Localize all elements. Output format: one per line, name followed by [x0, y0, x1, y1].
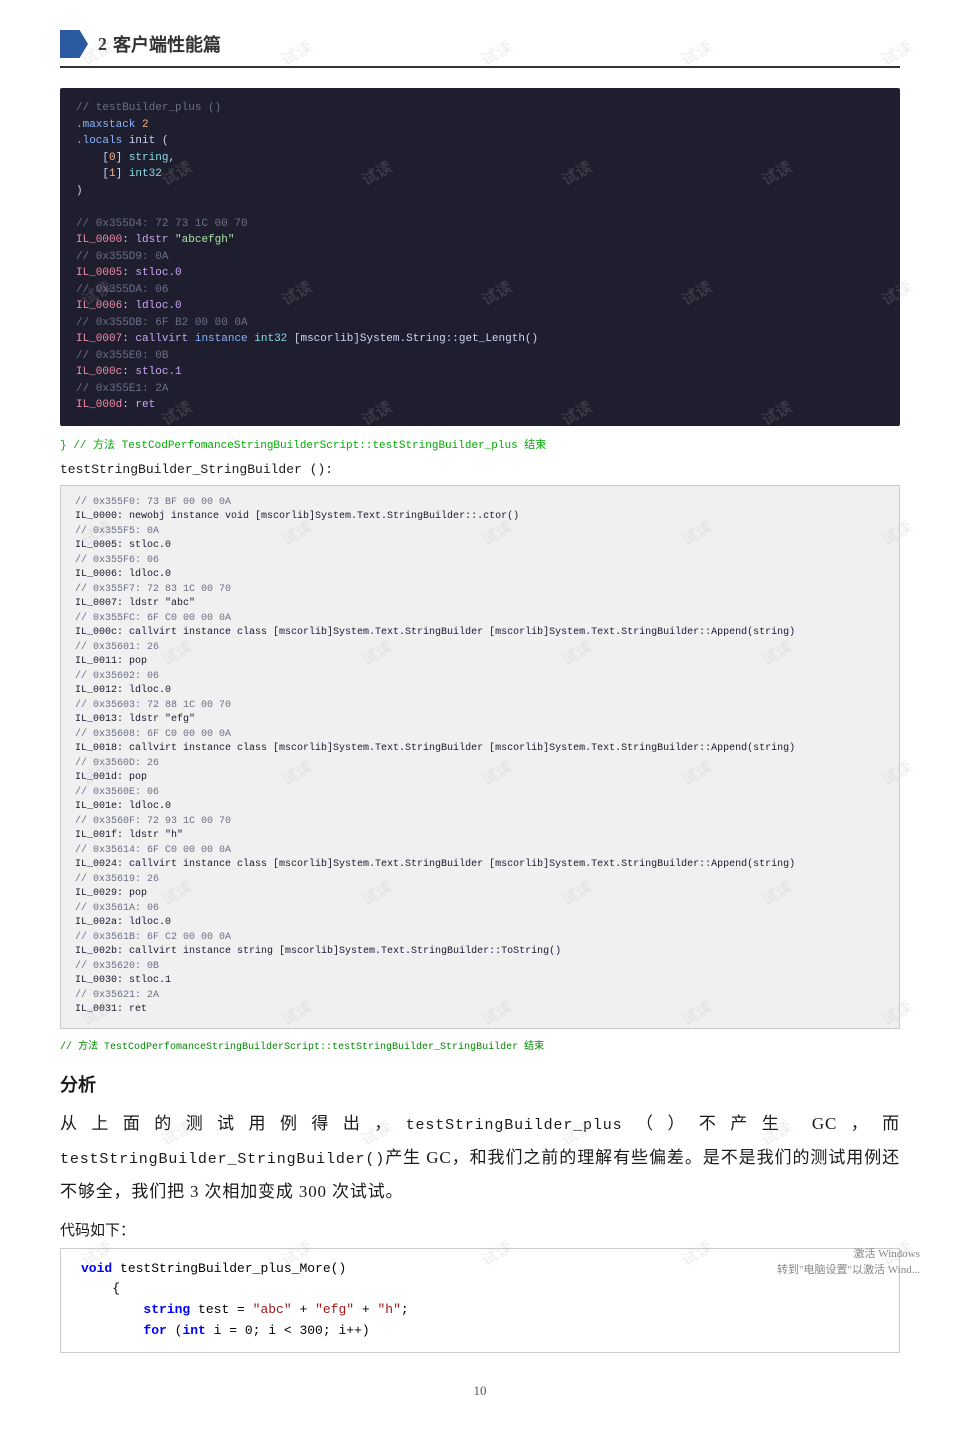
code-block-il-plus: // testBuilder_plus () .maxstack 2 .loca… [60, 88, 900, 426]
body-paragraph-1: 从上面的测试用例得出，testStringBuilder_plus（）不产生 G… [60, 1107, 900, 1209]
chapter-icon [60, 30, 88, 58]
method-end-2: // 方法 TestCodPerfomanceStringBuilderScri… [60, 1037, 900, 1053]
windows-activation: 激活 Windows 转到"电脑设置"以激活 Wind... [777, 1245, 920, 1277]
func-sig-2: testStringBuilder_StringBuilder (): [60, 462, 900, 477]
page-number: 10 [60, 1383, 900, 1399]
chapter-title-text: 客户端性能篇 [113, 31, 221, 57]
method-end-1: } // 方法 TestCodPerfomanceStringBuilderSc… [60, 436, 900, 452]
section-heading: 分析 [60, 1071, 900, 1097]
code-block-cs: void testStringBuilder_plus_More() { str… [60, 1248, 900, 1353]
page-content: 2 客户端性能篇 // testBuilder_plus () .maxstac… [0, 0, 960, 1439]
code-block-il-stringbuilder: // 0x355F0: 73 BF 00 00 0A IL_0000: newo… [60, 485, 900, 1029]
code-label: 代码如下： [60, 1219, 900, 1240]
chapter-title: 2 [98, 34, 107, 55]
chapter-header: 2 客户端性能篇 [60, 30, 900, 68]
